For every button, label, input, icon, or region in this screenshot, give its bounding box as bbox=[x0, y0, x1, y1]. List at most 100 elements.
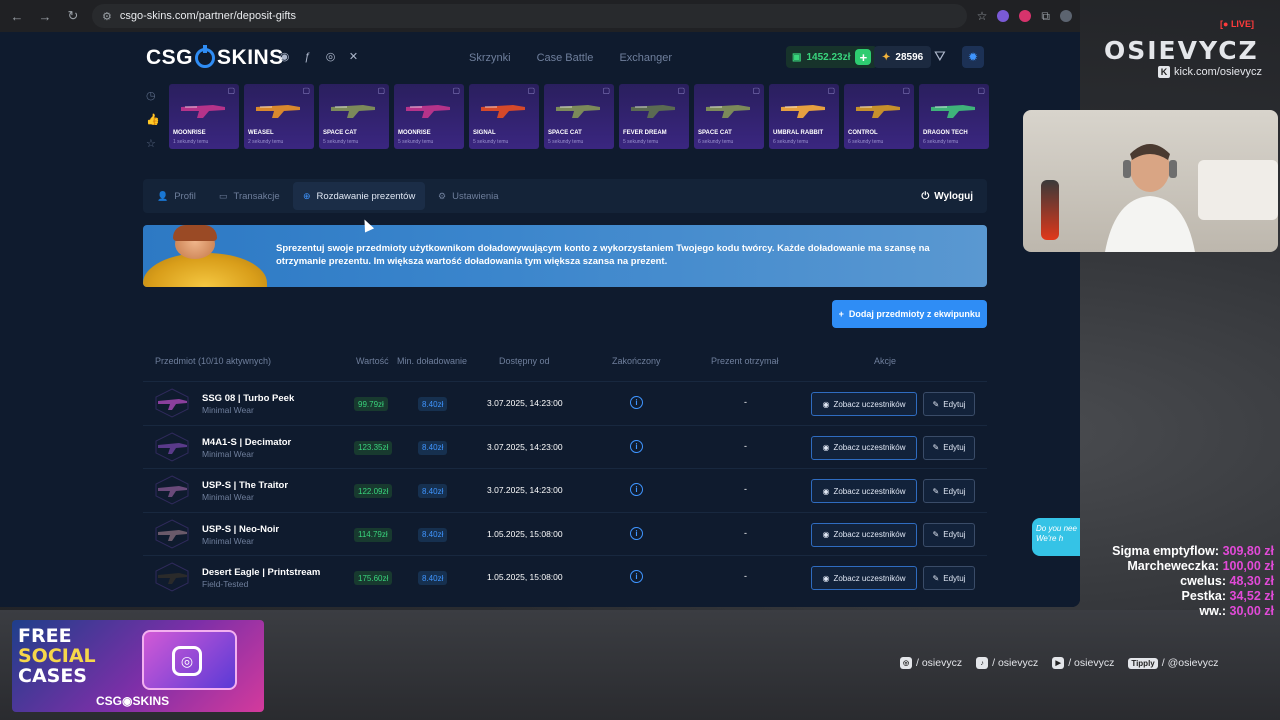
add-funds-button[interactable]: + bbox=[855, 49, 872, 65]
weapon-skin-icon bbox=[256, 105, 300, 118]
info-icon[interactable]: i bbox=[630, 570, 643, 583]
forward-icon[interactable]: → bbox=[36, 7, 54, 25]
profile-avatar[interactable] bbox=[1060, 10, 1072, 22]
drop-corner-icon: ▢ bbox=[377, 86, 385, 95]
cart-icon[interactable]: ⛛ bbox=[934, 48, 946, 65]
star-icon[interactable]: ☆ bbox=[146, 136, 160, 150]
drop-card[interactable]: ▢ SIGNAL 5 sekundy temu bbox=[469, 84, 539, 149]
view-participants-button[interactable]: ◉ Zobacz uczestników bbox=[811, 435, 917, 460]
drop-time: 1 sekundy temu bbox=[173, 139, 209, 145]
drop-name: SIGNAL bbox=[473, 130, 496, 136]
reload-icon[interactable]: ↻ bbox=[64, 7, 82, 25]
drop-corner-icon: ▢ bbox=[902, 86, 910, 95]
view-participants-button[interactable]: ◉ Zobacz uczestników bbox=[811, 566, 917, 590]
drop-card[interactable]: ▢ UMBRAL RABBIT 6 sekundy temu bbox=[769, 84, 839, 149]
stream-socials: ◎ / osievycz ♪ / osievycz ▶ / osievycz Tipp… bbox=[900, 657, 1219, 669]
main-nav: Skrzynki Case Battle Exchanger bbox=[469, 52, 672, 64]
x-icon[interactable]: ✕ bbox=[347, 50, 360, 63]
col-actions: Akcje bbox=[874, 356, 897, 366]
drop-card[interactable]: ▢ FEVER DREAM 5 sekundy temu bbox=[619, 84, 689, 149]
logout-button[interactable]: ⏻ Wyloguj bbox=[921, 179, 973, 213]
drop-card[interactable]: ▢ SPACE CAT 5 sekundy temu bbox=[544, 84, 614, 149]
site-logo[interactable]: CSG SKINS bbox=[146, 45, 284, 70]
drop-corner-icon: ▢ bbox=[527, 86, 535, 95]
puzzle-icon[interactable]: ⧉ bbox=[1041, 9, 1050, 24]
user-icon: 👤 bbox=[157, 190, 169, 201]
edit-button[interactable]: ✎ Edytuj bbox=[923, 479, 975, 503]
social-links: ◉ ƒ ◎ ✕ bbox=[278, 50, 360, 64]
table-row: USP-S | Neo-Noir Minimal Wear 114.79zł 8.40… bbox=[143, 511, 987, 555]
drop-time: 6 sekundy temu bbox=[848, 139, 884, 145]
extensions: ☆ ⧉ bbox=[977, 9, 1072, 24]
nav-exchanger[interactable]: Exchanger bbox=[619, 52, 672, 64]
discord-icon[interactable]: ◉ bbox=[278, 50, 291, 63]
social-instagram: ◎ / osievycz bbox=[900, 657, 962, 669]
banner-text: Sprezentuj swoje przedmioty użytkownikom… bbox=[276, 243, 930, 267]
address-bar[interactable]: ⚙ csgo-skins.com/partner/deposit-gifts bbox=[92, 4, 967, 28]
instagram-icon[interactable]: ◎ bbox=[324, 50, 337, 63]
nav-case-battle[interactable]: Case Battle bbox=[537, 52, 594, 64]
view-participants-button[interactable]: ◉ Zobacz uczestników bbox=[811, 392, 917, 416]
site-info-icon[interactable]: ⚙ bbox=[102, 10, 112, 23]
tab-settings[interactable]: ⚙ Ustawienia bbox=[438, 179, 499, 213]
gift-info-banner: Sprezentuj swoje przedmioty użytkownikom… bbox=[143, 225, 987, 287]
drop-card[interactable]: ▢ MOONRISE 1 sekundy temu bbox=[169, 84, 239, 149]
item-wear: Minimal Wear bbox=[202, 405, 254, 415]
weapon-skin-icon bbox=[631, 105, 675, 118]
drop-card[interactable]: ▢ MOONRISE 5 sekundy temu bbox=[394, 84, 464, 149]
view-participants-button[interactable]: ◉ Zobacz uczestników bbox=[811, 479, 917, 503]
thumbs-up-icon[interactable]: 👍 bbox=[146, 112, 160, 126]
balance-display[interactable]: ▣ 1452.23zł + bbox=[786, 46, 878, 68]
item-thumbnail bbox=[155, 475, 189, 505]
tab-label: Rozdawanie prezentów bbox=[316, 190, 416, 202]
webcam-microphone bbox=[1041, 180, 1059, 240]
drop-corner-icon: ▢ bbox=[452, 86, 460, 95]
info-icon[interactable]: i bbox=[630, 439, 643, 453]
live-label: LIVE bbox=[1230, 19, 1251, 29]
donor-name: Marcheweczka: bbox=[1127, 559, 1220, 573]
add-items-button[interactable]: + Dodaj przedmioty z ekwipunku bbox=[832, 300, 987, 328]
col-min-deposit: Min. doładowanie bbox=[397, 356, 468, 366]
extension-icon[interactable] bbox=[1019, 10, 1032, 22]
drop-card[interactable]: ▢ CONTROL 6 sekundy temu bbox=[844, 84, 914, 149]
character-hair bbox=[173, 225, 217, 241]
clock-icon[interactable]: ◷ bbox=[146, 88, 160, 102]
drop-time: 6 sekundy temu bbox=[923, 139, 959, 145]
edit-button[interactable]: ✎ Edytuj bbox=[923, 392, 975, 416]
browser-toolbar: ← → ↻ ⚙ csgo-skins.com/partner/deposit-g… bbox=[0, 0, 1080, 32]
drop-card[interactable]: ▢ SPACE CAT 6 sekundy temu bbox=[694, 84, 764, 149]
support-chat-bubble[interactable]: Do you nee We're h bbox=[1032, 518, 1080, 556]
drop-card[interactable]: ▢ WEASEL 2 sekundy temu bbox=[244, 84, 314, 149]
bookmark-star-icon[interactable]: ☆ bbox=[977, 9, 988, 23]
tab-gifts[interactable]: ⊕ Rozdawanie prezentów bbox=[293, 182, 426, 210]
browser-window: ← → ↻ ⚙ csgo-skins.com/partner/deposit-g… bbox=[0, 0, 1080, 607]
settings-gear-icon[interactable]: ✹ bbox=[962, 46, 984, 68]
back-icon[interactable]: ← bbox=[8, 7, 26, 25]
drop-card[interactable]: ▢ DRAGON TECH 6 sekundy temu bbox=[919, 84, 989, 149]
info-icon[interactable]: i bbox=[630, 483, 643, 496]
extension-icon[interactable] bbox=[997, 10, 1010, 22]
info-icon[interactable]: i bbox=[630, 526, 643, 540]
edit-button[interactable]: ✎ Edytuj bbox=[923, 435, 975, 460]
item-value: 175.60zł bbox=[354, 571, 393, 585]
view-participants-button[interactable]: ◉ Zobacz uczestników bbox=[811, 522, 917, 547]
webcam-feed bbox=[1023, 110, 1278, 252]
drop-name: WEASEL bbox=[248, 130, 274, 136]
tab-transactions[interactable]: ▭ Transakcje bbox=[219, 179, 280, 213]
item-value: 114.79zł bbox=[354, 527, 392, 542]
power-icon: ⏻ bbox=[921, 190, 930, 202]
tab-label: Profil bbox=[174, 190, 196, 202]
logo-text-left: CSG bbox=[146, 46, 194, 69]
drop-card[interactable]: ▢ SPACE CAT 5 sekundy temu bbox=[319, 84, 389, 149]
nav-cases[interactable]: Skrzynki bbox=[469, 52, 511, 64]
table-row: SSG 08 | Turbo Peek Minimal Wear 99.79zł 8.… bbox=[143, 381, 987, 424]
coins-display[interactable]: ✦ 28596 bbox=[874, 46, 932, 68]
weapon-skin-icon bbox=[481, 105, 525, 118]
item-gift-received: - bbox=[744, 484, 747, 494]
edit-button[interactable]: ✎ Edytuj bbox=[923, 522, 975, 547]
info-icon[interactable]: i bbox=[630, 396, 643, 409]
tab-profile[interactable]: 👤 Profil bbox=[157, 179, 196, 213]
tipply-logo: Tipply bbox=[1128, 657, 1158, 669]
edit-button[interactable]: ✎ Edytuj bbox=[923, 566, 975, 590]
facebook-icon[interactable]: ƒ bbox=[301, 50, 314, 63]
